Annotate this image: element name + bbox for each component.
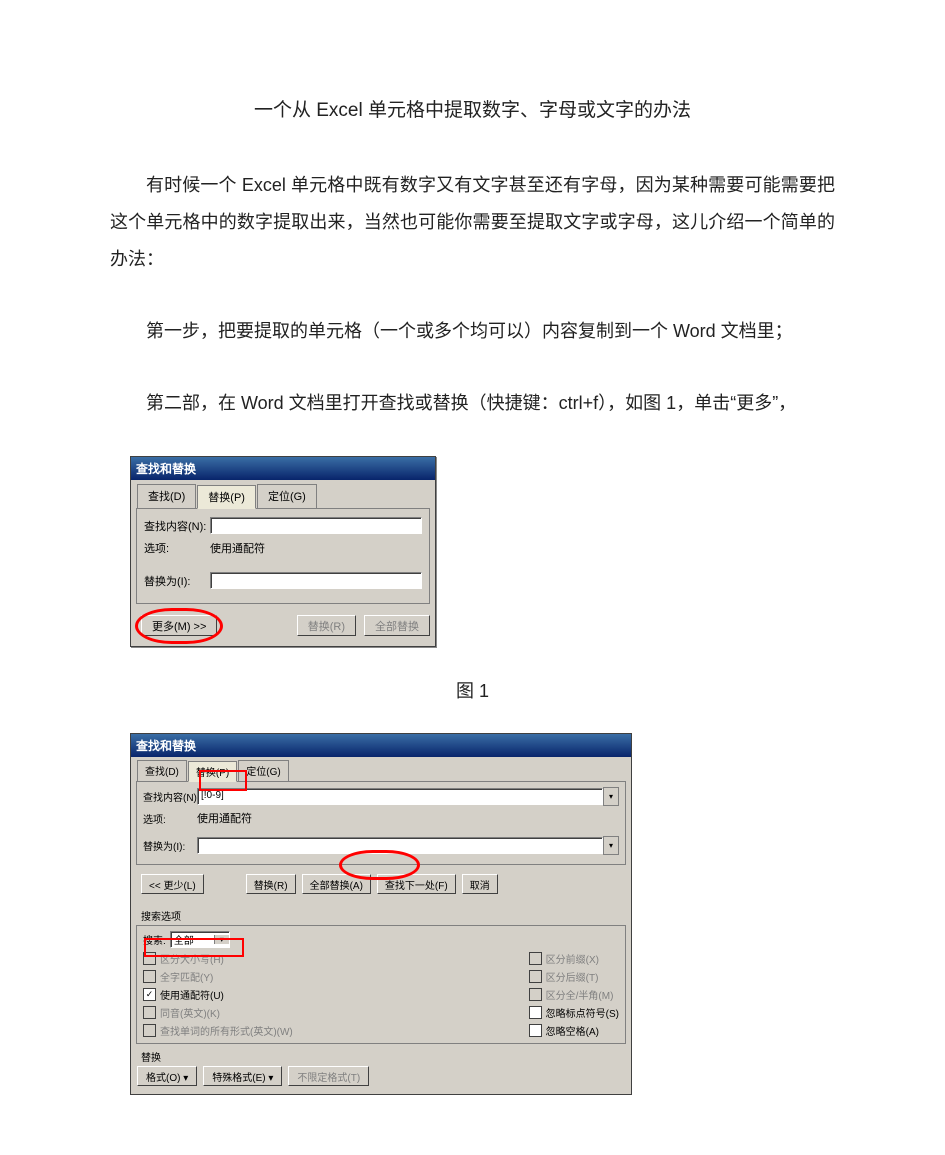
more-button[interactable]: 更多(M) >> (141, 615, 217, 636)
tab-goto[interactable]: 定位(G) (257, 484, 317, 508)
chk-match-case[interactable]: 区分大小写(H) (143, 951, 293, 966)
special-format-button[interactable]: 特殊格式(E) ▾ (203, 1066, 282, 1086)
find-input[interactable] (210, 517, 422, 534)
no-format-button[interactable]: 不限定格式(T) (288, 1066, 369, 1086)
format-button[interactable]: 格式(O) ▾ (137, 1066, 197, 1086)
replace-button[interactable]: 替换(R) (297, 615, 356, 636)
dropdown-icon[interactable]: ▾ (603, 787, 619, 806)
replace-all-button[interactable]: 全部替换 (364, 615, 430, 636)
dialog-panel: 查找内容(N): 选项: 使用通配符 替换为(I): (136, 508, 430, 604)
paragraph-step2: 第二部，在 Word 文档里打开查找或替换（快捷键：ctrl+f），如图 1，单… (110, 385, 835, 422)
replace-group-title: 替换 (133, 1049, 631, 1064)
replace-input[interactable] (197, 837, 603, 854)
page-title: 一个从 Excel 单元格中提取数字、字母或文字的办法 (110, 95, 835, 122)
tab-goto[interactable]: 定位(G) (238, 760, 288, 781)
find-replace-dialog-1: 查找和替换 查找(D) 替换(P) 定位(G) 查找内容(N): 选项: 使用通… (130, 456, 436, 647)
less-button[interactable]: << 更少(L) (141, 874, 204, 894)
chk-wildcards[interactable]: ✓使用通配符(U) (143, 987, 293, 1002)
replace-button[interactable]: 替换(R) (246, 874, 296, 894)
tab-row: 查找(D) 替换(P) 定位(G) (131, 480, 435, 508)
search-options-title: 搜索选项 (133, 908, 631, 923)
find-next-button[interactable]: 查找下一处(F) (377, 874, 456, 894)
chk-whole-word[interactable]: 全字匹配(Y) (143, 969, 293, 984)
chk-ignore-punct[interactable]: 忽略标点符号(S) (529, 1005, 619, 1020)
dropdown-icon[interactable]: ▾ (603, 836, 619, 855)
tab-find[interactable]: 查找(D) (137, 760, 187, 781)
figure-1-caption: 图 1 (110, 677, 835, 703)
tab-find[interactable]: 查找(D) (137, 484, 196, 508)
chk-sounds-like[interactable]: 同音(英文)(K) (143, 1005, 293, 1020)
replace-all-button[interactable]: 全部替换(A) (302, 874, 371, 894)
replace-label: 替换为(I): (144, 573, 210, 589)
chk-suffix[interactable]: 区分后缀(T) (529, 969, 619, 984)
options-label: 选项: (144, 540, 210, 556)
options-value: 使用通配符 (197, 810, 252, 826)
chk-full-half[interactable]: 区分全/半角(M) (529, 987, 619, 1002)
chk-word-forms[interactable]: 查找单词的所有形式(英文)(W) (143, 1023, 293, 1038)
find-label: 查找内容(N): (143, 789, 197, 804)
paragraph-step1: 第一步，把要提取的单元格（一个或多个均可以）内容复制到一个 Word 文档里； (110, 313, 835, 350)
tab-replace[interactable]: 替换(P) (188, 761, 237, 782)
search-direction-select[interactable]: 全部 (170, 931, 230, 948)
replace-label: 替换为(I): (143, 838, 197, 853)
search-dir-label: 搜索: (143, 932, 166, 947)
dialog-titlebar: 查找和替换 (131, 734, 631, 757)
find-replace-dialog-2: 查找和替换 查找(D) 替换(P) 定位(G) 查找内容(N): [!0-9] … (130, 733, 632, 1095)
cancel-button[interactable]: 取消 (462, 874, 498, 894)
dialog-panel-top: 查找内容(N): [!0-9] ▾ 选项: 使用通配符 替换为(I): ▾ (136, 781, 626, 865)
replace-input[interactable] (210, 572, 422, 589)
options-value: 使用通配符 (210, 540, 265, 556)
chk-prefix[interactable]: 区分前缀(X) (529, 951, 619, 966)
options-label: 选项: (143, 811, 197, 826)
tab-replace[interactable]: 替换(P) (197, 485, 256, 509)
chk-ignore-space[interactable]: 忽略空格(A) (529, 1023, 619, 1038)
dialog-titlebar: 查找和替换 (131, 457, 435, 480)
find-input[interactable]: [!0-9] (197, 788, 603, 805)
paragraph-intro: 有时候一个 Excel 单元格中既有数字又有文字甚至还有字母，因为某种需要可能需… (110, 167, 835, 278)
search-options-panel: 搜索: 全部 区分大小写(H) 全字匹配(Y) ✓使用通配符(U) 同音(英文)… (136, 925, 626, 1044)
find-label: 查找内容(N): (144, 518, 210, 534)
